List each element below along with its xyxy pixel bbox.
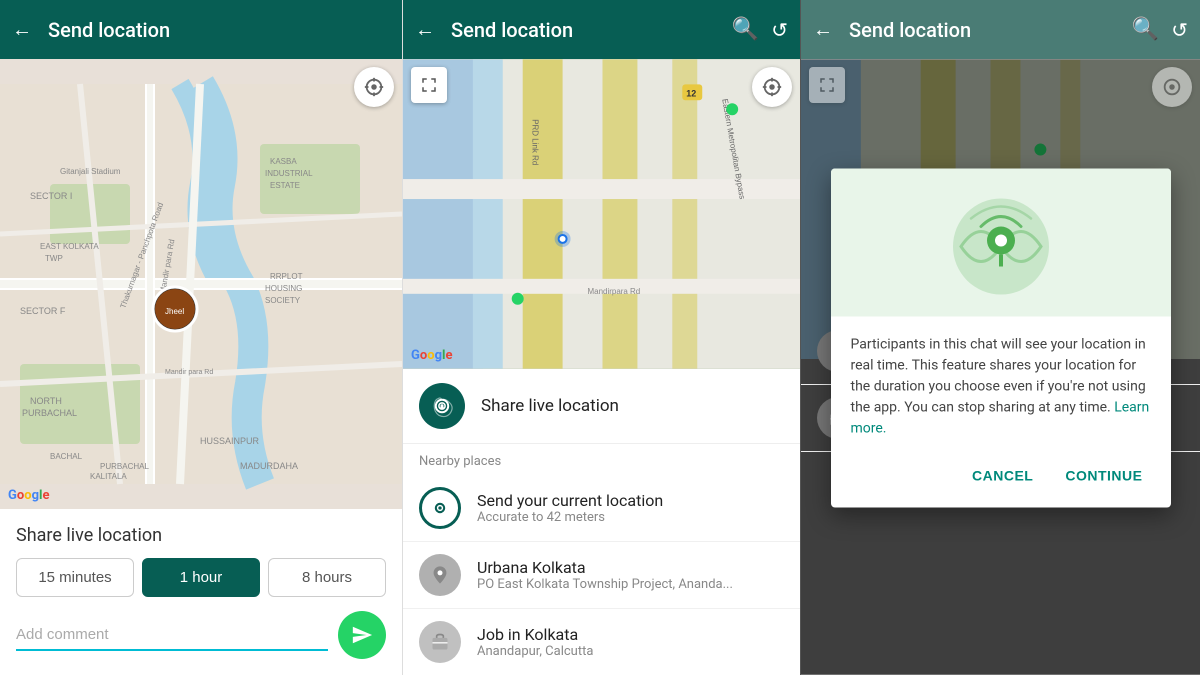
share-live-text: Share live location — [481, 396, 619, 416]
mid-search-icon[interactable]: 🔍 — [732, 17, 759, 42]
job-sub: Anandapur, Calcutta — [477, 644, 593, 659]
send-button[interactable] — [338, 611, 386, 659]
right-refresh-icon[interactable]: ↺ — [1171, 18, 1188, 42]
right-back-icon[interactable]: ← — [813, 17, 833, 42]
left-back-icon[interactable]: ← — [12, 17, 32, 42]
share-live-title: Share live location — [16, 525, 386, 546]
urbana-sub: PO East Kolkata Township Project, Ananda… — [477, 577, 733, 592]
svg-text:Gitanjali Stadium: Gitanjali Stadium — [60, 167, 121, 176]
live-location-dialog: Participants in this chat will see your … — [831, 168, 1171, 507]
dialog-continue-btn[interactable]: CONTINUE — [1053, 459, 1154, 491]
location-row-current[interactable]: Send your current location Accurate to 4… — [403, 475, 800, 542]
right-header-title: Send location — [849, 18, 1120, 42]
time-btn-15min[interactable]: 15 minutes — [16, 558, 134, 597]
svg-text:SECTOR I: SECTOR I — [30, 191, 72, 201]
svg-text:SOCIETY: SOCIETY — [265, 296, 301, 305]
current-location-name: Send your current location — [477, 491, 663, 510]
panel-mid: ← Send location 🔍 ↺ PRD Link Rd Eastern … — [402, 0, 800, 675]
svg-text:RRPLOT: RRPLOT — [270, 272, 303, 281]
job-location-icon — [419, 621, 461, 663]
svg-text:MADURDAHA: MADURDAHA — [240, 461, 298, 471]
mid-map-area: PRD Link Rd Eastern Metropolitan Bypass … — [403, 59, 800, 369]
right-header: ← Send location 🔍 ↺ — [801, 0, 1200, 59]
svg-text:HOUSING: HOUSING — [265, 284, 302, 293]
urbana-name: Urbana Kolkata — [477, 558, 733, 577]
svg-text:Mandirpara Rd: Mandirpara Rd — [588, 287, 641, 296]
nearby-label: Nearby places — [403, 444, 800, 475]
left-bottom-sheet: Share live location 15 minutes 1 hour 8 … — [0, 509, 402, 675]
current-location-sub: Accurate to 42 meters — [477, 510, 663, 525]
share-live-icon — [419, 383, 465, 429]
job-text: Job in Kolkata Anandapur, Calcutta — [477, 625, 593, 659]
time-btn-8hours[interactable]: 8 hours — [268, 558, 386, 597]
time-btn-1hour[interactable]: 1 hour — [142, 558, 260, 597]
panel-right: ← Send location 🔍 ↺ — [800, 0, 1200, 675]
svg-text:INDUSTRIAL: INDUSTRIAL — [265, 169, 313, 178]
svg-text:KALITALA: KALITALA — [90, 472, 127, 481]
time-options: 15 minutes 1 hour 8 hours — [16, 558, 386, 597]
svg-text:NORTH: NORTH — [30, 396, 62, 406]
expand-map-btn[interactable] — [411, 67, 447, 103]
dialog-illustration — [831, 168, 1171, 316]
target-location-btn-mid[interactable] — [752, 67, 792, 107]
svg-text:ESTATE: ESTATE — [270, 181, 300, 190]
svg-text:SECTOR F: SECTOR F — [20, 306, 66, 316]
mid-header: ← Send location 🔍 ↺ — [403, 0, 800, 59]
urbana-text: Urbana Kolkata PO East Kolkata Township … — [477, 558, 733, 592]
svg-text:TWP: TWP — [45, 254, 63, 263]
svg-text:EAST KOLKATA: EAST KOLKATA — [40, 242, 99, 251]
svg-text:KASBA: KASBA — [270, 157, 297, 166]
mid-list-area: Share live location Nearby places Send y… — [403, 369, 800, 675]
location-row-job[interactable]: Job in Kolkata Anandapur, Calcutta — [403, 609, 800, 675]
location-row-urbana[interactable]: Urbana Kolkata PO East Kolkata Township … — [403, 542, 800, 609]
svg-text:Jheel: Jheel — [165, 307, 184, 316]
right-search-icon[interactable]: 🔍 — [1132, 17, 1159, 42]
current-location-text: Send your current location Accurate to 4… — [477, 491, 663, 525]
left-header-title: Send location — [48, 18, 390, 42]
expand-map-btn-right — [809, 67, 845, 103]
mid-back-icon[interactable]: ← — [415, 17, 435, 42]
svg-text:12: 12 — [686, 88, 696, 98]
dialog-body: Participants in this chat will see your … — [831, 316, 1171, 447]
svg-text:PURBACHAL: PURBACHAL — [100, 462, 149, 471]
job-name: Job in Kolkata — [477, 625, 593, 644]
dialog-actions: CANCEL CONTINUE — [831, 447, 1171, 507]
target-btn-right — [1152, 67, 1192, 107]
dialog-text: Participants in this chat will see your … — [851, 334, 1151, 439]
dialog-cancel-btn[interactable]: CANCEL — [960, 459, 1045, 491]
target-location-btn-left[interactable] — [354, 67, 394, 107]
panel-left: ← Send location SECTOR I Gitanjali S — [0, 0, 402, 675]
comment-input[interactable] — [16, 620, 328, 651]
google-logo-left: Google — [8, 488, 49, 503]
left-map-area: SECTOR I Gitanjali Stadium KASBA INDUSTR… — [0, 59, 402, 509]
mid-header-title: Send location — [451, 18, 720, 42]
svg-text:PRD Link Rd: PRD Link Rd — [531, 119, 540, 165]
share-live-row[interactable]: Share live location — [403, 369, 800, 444]
urbana-location-icon — [419, 554, 461, 596]
svg-text:HUSSAINPUR: HUSSAINPUR — [200, 436, 260, 446]
current-location-icon — [419, 487, 461, 529]
svg-text:PURBACHAL: PURBACHAL — [22, 408, 77, 418]
google-logo-mid: Google — [411, 348, 452, 363]
svg-text:BACHAL: BACHAL — [50, 452, 83, 461]
comment-row — [16, 611, 386, 659]
svg-text:Mandir para Rd: Mandir para Rd — [165, 369, 213, 376]
left-header: ← Send location — [0, 0, 402, 59]
mid-refresh-icon[interactable]: ↺ — [771, 18, 788, 42]
